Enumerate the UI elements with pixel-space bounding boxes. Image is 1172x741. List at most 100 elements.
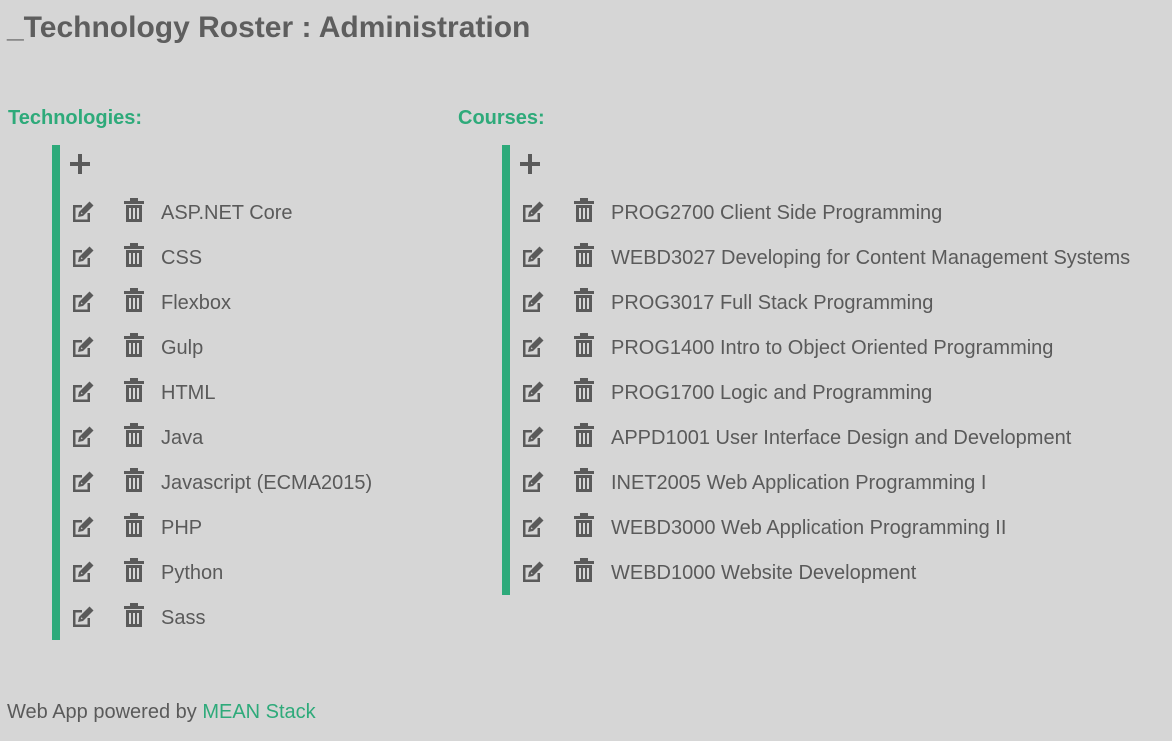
courses-section: Courses: PROG2700 Client Side Programmin… xyxy=(458,104,1130,595)
add-technology-button[interactable] xyxy=(70,154,90,174)
course-name: PROG3017 Full Stack Programming xyxy=(611,292,934,314)
delete-course-button[interactable] xyxy=(574,378,594,404)
edit-technology-button[interactable] xyxy=(70,289,96,315)
course-name: INET2005 Web Application Programming I xyxy=(611,472,987,494)
edit-icon xyxy=(73,381,94,402)
delete-technology-button[interactable] xyxy=(124,423,144,449)
edit-course-button[interactable] xyxy=(520,334,546,360)
technology-name: Java xyxy=(161,427,204,449)
course-name: WEBD3027 Developing for Content Manageme… xyxy=(611,247,1131,269)
technology-name: Flexbox xyxy=(161,292,232,314)
technology-name: CSS xyxy=(161,247,203,269)
delete-technology-button[interactable] xyxy=(124,558,144,584)
trash-icon xyxy=(124,558,144,582)
edit-course-button[interactable] xyxy=(520,469,546,495)
delete-course-button[interactable] xyxy=(574,423,594,449)
delete-technology-button[interactable] xyxy=(124,468,144,494)
edit-technology-button[interactable] xyxy=(70,379,96,405)
technology-name: Python xyxy=(161,562,224,584)
course-name: PROG1400 Intro to Object Oriented Progra… xyxy=(611,337,1054,359)
trash-icon xyxy=(124,468,144,492)
edit-course-button[interactable] xyxy=(520,379,546,405)
trash-icon xyxy=(124,513,144,537)
edit-technology-button[interactable] xyxy=(70,424,96,450)
delete-course-button[interactable] xyxy=(574,468,594,494)
edit-icon xyxy=(523,381,544,402)
course-name: PROG1700 Logic and Programming xyxy=(611,382,933,404)
technology-name: HTML xyxy=(161,382,216,404)
course-name: APPD1001 User Interface Design and Devel… xyxy=(611,427,1072,449)
delete-course-button[interactable] xyxy=(574,198,594,224)
delete-course-button[interactable] xyxy=(574,243,594,269)
trash-icon xyxy=(124,198,144,222)
courses-heading: Courses: xyxy=(458,107,545,129)
delete-technology-button[interactable] xyxy=(124,378,144,404)
edit-course-button[interactable] xyxy=(520,514,546,540)
edit-course-button[interactable] xyxy=(520,199,546,225)
footer-text: Web App powered by xyxy=(7,701,203,723)
edit-technology-button[interactable] xyxy=(70,334,96,360)
edit-course-button[interactable] xyxy=(520,244,546,270)
trash-icon xyxy=(124,288,144,312)
delete-course-button[interactable] xyxy=(574,288,594,314)
edit-course-button[interactable] xyxy=(520,559,546,585)
technologies-list: ASP.NET Core CSS Flexbox Gulp HTML Java … xyxy=(52,145,372,640)
add-course-button[interactable] xyxy=(520,154,540,174)
delete-technology-button[interactable] xyxy=(124,288,144,314)
trash-icon xyxy=(574,558,594,582)
edit-technology-button[interactable] xyxy=(70,604,96,630)
edit-icon xyxy=(73,291,94,312)
edit-icon xyxy=(523,291,544,312)
mean-stack-link[interactable]: MEAN Stack xyxy=(202,701,315,723)
edit-icon xyxy=(73,606,94,627)
trash-icon xyxy=(124,333,144,357)
trash-icon xyxy=(574,198,594,222)
edit-icon xyxy=(523,336,544,357)
trash-icon xyxy=(124,243,144,267)
delete-technology-button[interactable] xyxy=(124,333,144,359)
edit-technology-button[interactable] xyxy=(70,469,96,495)
trash-icon xyxy=(124,423,144,447)
edit-icon xyxy=(523,426,544,447)
trash-icon xyxy=(574,423,594,447)
technology-name: PHP xyxy=(161,517,203,539)
technology-name: Sass xyxy=(161,607,206,629)
technology-name: Gulp xyxy=(161,337,204,359)
edit-technology-button[interactable] xyxy=(70,244,96,270)
page-title: _Technology Roster : Administration xyxy=(7,11,531,44)
edit-technology-button[interactable] xyxy=(70,559,96,585)
course-name: WEBD1000 Website Development xyxy=(611,562,917,584)
delete-technology-button[interactable] xyxy=(124,198,144,224)
trash-icon xyxy=(574,243,594,267)
edit-icon xyxy=(73,561,94,582)
edit-technology-button[interactable] xyxy=(70,199,96,225)
footer: Web App powered by MEAN Stack xyxy=(7,699,316,725)
edit-icon xyxy=(523,516,544,537)
trash-icon xyxy=(124,378,144,402)
trash-icon xyxy=(574,378,594,402)
technologies-section: Technologies: ASP.NET Core CSS Flexbox G… xyxy=(8,104,372,640)
delete-course-button[interactable] xyxy=(574,513,594,539)
delete-technology-button[interactable] xyxy=(124,513,144,539)
edit-course-button[interactable] xyxy=(520,289,546,315)
edit-icon xyxy=(523,201,544,222)
technology-name: Javascript (ECMA2015) xyxy=(161,472,373,494)
edit-icon xyxy=(73,201,94,222)
edit-icon xyxy=(73,471,94,492)
technology-name: ASP.NET Core xyxy=(161,202,293,224)
course-name: PROG2700 Client Side Programming xyxy=(611,202,943,224)
edit-icon xyxy=(73,336,94,357)
trash-icon xyxy=(574,513,594,537)
delete-course-button[interactable] xyxy=(574,558,594,584)
trash-icon xyxy=(574,333,594,357)
trash-icon xyxy=(574,468,594,492)
edit-icon xyxy=(523,561,544,582)
delete-course-button[interactable] xyxy=(574,333,594,359)
delete-technology-button[interactable] xyxy=(124,603,144,629)
delete-technology-button[interactable] xyxy=(124,243,144,269)
technologies-heading: Technologies: xyxy=(8,107,143,129)
edit-icon xyxy=(73,516,94,537)
edit-course-button[interactable] xyxy=(520,424,546,450)
edit-technology-button[interactable] xyxy=(70,514,96,540)
course-name: WEBD3000 Web Application Programming II xyxy=(611,517,1007,539)
